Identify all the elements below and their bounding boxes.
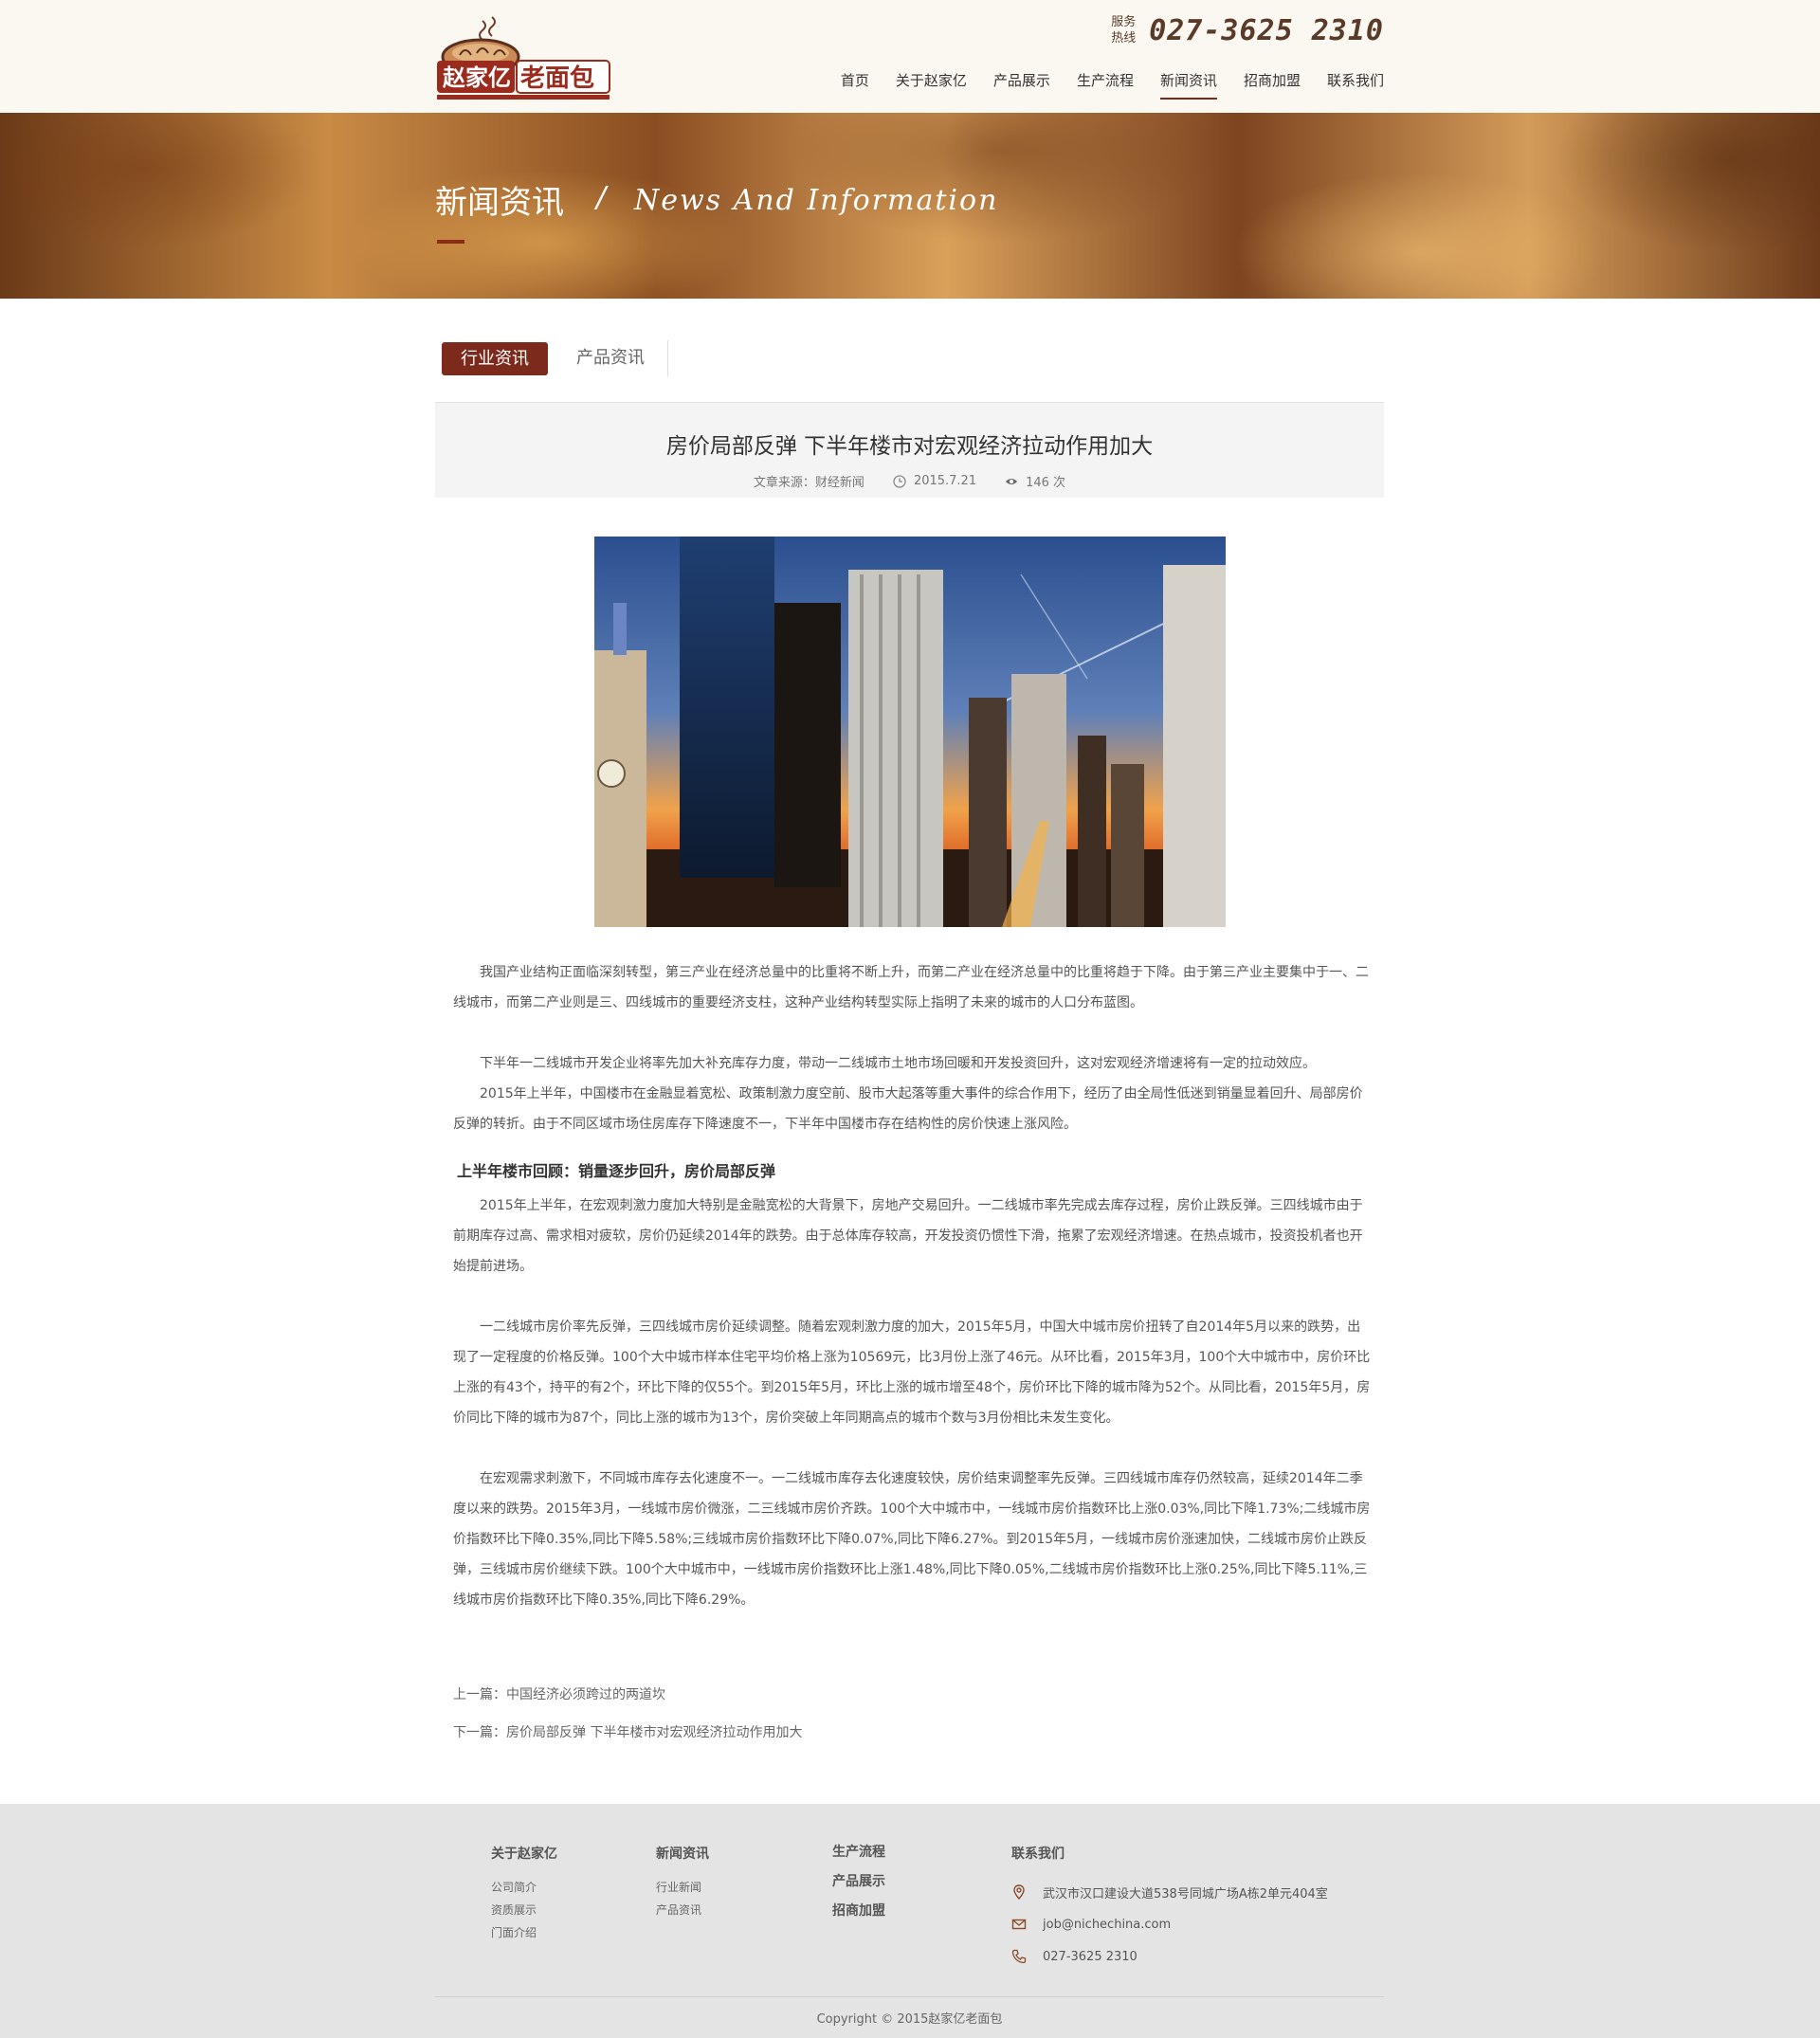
- footer-phone-text: 027-3625 2310: [1043, 1949, 1138, 1964]
- footer-col-title[interactable]: 新闻资讯: [656, 1844, 709, 1863]
- article-source: 文章来源：财经新闻: [754, 472, 864, 490]
- footer-col-news: 新闻资讯 行业新闻 产品资讯: [656, 1844, 709, 1921]
- eye-icon: [1005, 478, 1018, 484]
- footer-address: 武汉市汉口建设大道538号同城广场A栋2单元404室: [1011, 1876, 1328, 1908]
- footer-link-qualifications[interactable]: 资质展示: [491, 1899, 557, 1921]
- article-views-text: 146 次: [1026, 476, 1066, 490]
- footer-col-contact: 联系我们 武汉市汉口建设大道538号同城广场A栋2单元404室 job@nich…: [1011, 1844, 1328, 1973]
- article-paragraph: 一二线城市房价率先反弹，三四线城市房价延续调整。随着宏观刺激力度的加大，2015…: [453, 1319, 1371, 1426]
- banner-underline: [437, 240, 464, 244]
- nav-item-products[interactable]: 产品展示: [993, 70, 1050, 100]
- hotline-number: 027-3625 2310: [1149, 13, 1384, 47]
- banner-title: 新闻资讯: [435, 184, 564, 222]
- footer-link-company-intro[interactable]: 公司简介: [491, 1876, 557, 1899]
- site-logo[interactable]: 赵家亿 老面包: [435, 13, 611, 100]
- article-date: 2015.7.21: [893, 472, 976, 490]
- footer-link-industry-news[interactable]: 行业新闻: [656, 1876, 709, 1899]
- prev-article-link[interactable]: 上一篇：中国经济必须跨过的两道坎: [453, 1687, 665, 1702]
- article-subheading: 上半年楼市回顾：销量逐步回升，房价局部反弹: [457, 1162, 776, 1180]
- banner-title-en: News And Information: [634, 184, 999, 217]
- mail-icon: [1011, 1919, 1027, 1930]
- logo-image: 赵家亿 老面包: [437, 16, 610, 100]
- footer-col-misc: 生产流程 产品展示 招商加盟: [832, 1838, 885, 1926]
- banner-slash: /: [596, 181, 607, 214]
- article-meta: 文章来源：财经新闻 2015.7.21 146 次: [435, 472, 1384, 490]
- footer-col-title[interactable]: 关于赵家亿: [491, 1844, 557, 1863]
- tab-product-news[interactable]: 产品资讯: [554, 340, 668, 376]
- footer-address-text: 武汉市汉口建设大道538号同城广场A栋2单元404室: [1043, 1886, 1328, 1902]
- site-footer: 关于赵家亿 公司简介 资质展示 门面介绍 新闻资讯 行业新闻 产品资讯 生产流程…: [0, 1804, 1820, 2038]
- footer-col-title[interactable]: 联系我们: [1011, 1844, 1328, 1863]
- news-category-tabs: 行业资讯 产品资讯: [442, 340, 668, 376]
- footer-email: job@nichechina.com: [1011, 1908, 1328, 1940]
- footer-link-process[interactable]: 生产流程: [832, 1838, 885, 1867]
- footer-email-text[interactable]: job@nichechina.com: [1043, 1918, 1171, 1932]
- article-pagination: 上一篇：中国经济必须跨过的两道坎 下一篇：房价局部反弹 下半年楼市对宏观经济拉动…: [453, 1676, 802, 1752]
- nav-item-news[interactable]: 新闻资讯: [1159, 70, 1217, 100]
- footer-divider: [435, 1996, 1384, 1997]
- hotline: 服务热线 027-3625 2310: [1111, 11, 1384, 49]
- nav-item-contact[interactable]: 联系我们: [1327, 70, 1384, 100]
- next-article-link[interactable]: 下一篇：房价局部反弹 下半年楼市对宏观经济拉动作用加大: [453, 1725, 802, 1740]
- nav-item-franchise[interactable]: 招商加盟: [1244, 70, 1301, 100]
- article-views: 146 次: [1005, 472, 1065, 490]
- footer-link-franchise[interactable]: 招商加盟: [832, 1897, 885, 1926]
- svg-text:赵家亿: 赵家亿: [442, 64, 511, 91]
- footer-col-about: 关于赵家亿 公司简介 资质展示 门面介绍: [491, 1844, 557, 1944]
- site-header: 赵家亿 老面包 服务热线 027-3625 2310 首页 关于赵家亿 产品展示…: [0, 0, 1820, 113]
- tab-industry-news[interactable]: 行业资讯: [442, 341, 548, 375]
- nav-item-home[interactable]: 首页: [841, 70, 869, 100]
- phone-icon: [1011, 1949, 1027, 1964]
- hotline-label: 服务热线: [1111, 15, 1137, 45]
- page-banner: 新闻资讯 / News And Information: [0, 113, 1820, 299]
- clock-icon: [893, 474, 906, 488]
- article-paragraph: 我国产业结构正面临深刻转型，第三产业在经济总量中的比重将不断上升，而第二产业在经…: [453, 965, 1369, 1010]
- article-title: 房价局部反弹 下半年楼市对宏观经济拉动作用加大: [665, 434, 1154, 459]
- copyright: Copyright © 2015赵家亿老面包: [816, 2012, 1003, 2027]
- main-nav: 首页 关于赵家亿 产品展示 生产流程 新闻资讯 招商加盟 联系我们: [814, 70, 1384, 100]
- article-paragraph: 2015年上半年，在宏观刺激力度加大特别是金融宽松的大背景下，房地产交易回升。一…: [453, 1198, 1363, 1274]
- city-skyline-image: [594, 537, 1226, 927]
- svg-text:老面包: 老面包: [520, 64, 594, 93]
- location-icon: [1013, 1884, 1025, 1900]
- article-image: [594, 537, 1226, 927]
- article-paragraph: 2015年上半年，中国楼市在金融显着宽松、政策制激力度空前、股市大起落等重大事件…: [453, 1086, 1363, 1132]
- article-paragraph: 下半年一二线城市开发企业将率先加大补充库存力度，带动一二线城市土地市场回暖和开发…: [480, 1056, 1316, 1071]
- nav-item-about[interactable]: 关于赵家亿: [896, 70, 967, 100]
- article-paragraph: 在宏观需求刺激下，不同城市库存去化速度不一。一二线城市库存去化速度较快，房价结束…: [453, 1471, 1371, 1608]
- footer-link-product-news[interactable]: 产品资讯: [656, 1899, 709, 1921]
- nav-item-process[interactable]: 生产流程: [1077, 70, 1134, 100]
- footer-phone: 027-3625 2310: [1011, 1940, 1328, 1973]
- article-header: 房价局部反弹 下半年楼市对宏观经济拉动作用加大 文章来源：财经新闻 2015.7…: [435, 402, 1384, 498]
- article-source-text: 文章来源：财经新闻: [753, 476, 864, 490]
- footer-link-products[interactable]: 产品展示: [832, 1867, 885, 1897]
- footer-link-storefront[interactable]: 门面介绍: [491, 1921, 557, 1944]
- article-body: 我国产业结构正面临深刻转型，第三产业在经济总量中的比重将不断上升，而第二产业在经…: [453, 957, 1371, 1646]
- article-date-text: 2015.7.21: [913, 474, 977, 488]
